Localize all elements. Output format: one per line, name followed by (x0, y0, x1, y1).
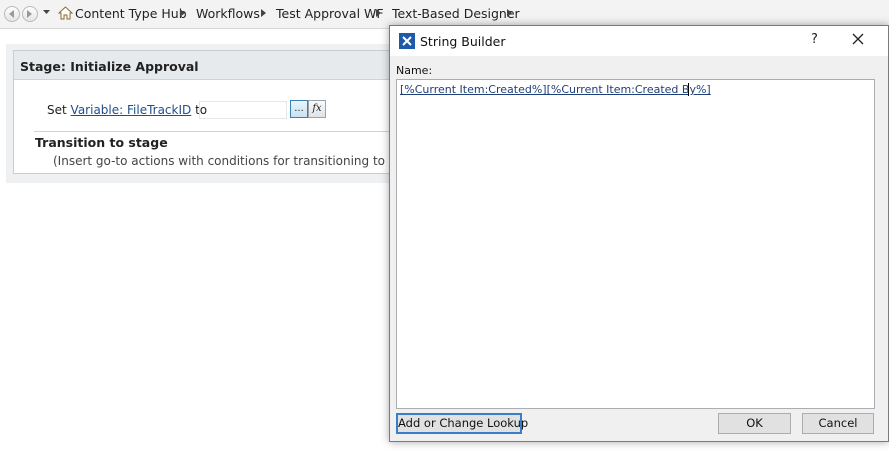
breadcrumb-separator-icon[interactable] (376, 9, 381, 17)
transition-note[interactable]: (Insert go-to actions with conditions fo… (53, 154, 446, 168)
variable-link[interactable]: Variable: FileTrackID (71, 103, 192, 117)
breadcrumb-separator-icon[interactable] (507, 9, 512, 17)
expression-text[interactable]: [%Current Item:Created%][%Current Item:C… (400, 83, 711, 96)
add-or-change-lookup-button[interactable]: Add or Change Lookup (396, 413, 528, 434)
help-button[interactable]: ? (811, 32, 818, 47)
name-label: Name: (396, 64, 433, 77)
string-builder-button[interactable]: ... (290, 100, 308, 118)
history-dropdown-icon[interactable] (43, 10, 50, 14)
section-divider (34, 131, 404, 132)
set-action-line: Set Variable: FileTrackID to (47, 103, 207, 117)
breadcrumb-item-workflows[interactable]: Workflows (196, 6, 260, 21)
back-arrow-icon (9, 10, 14, 18)
string-builder-dialog: String Builder ? Name: [%Current Item:Cr… (389, 25, 889, 442)
stage-box: Stage: Initialize Approval Set Variable:… (13, 50, 446, 174)
set-prefix: Set (47, 103, 67, 117)
breadcrumb-item-content-type-hub[interactable]: Content Type Hub (75, 6, 187, 21)
tools-icon (399, 33, 415, 49)
close-icon[interactable] (851, 32, 865, 46)
text-cursor (688, 83, 689, 96)
dialog-body: Name: [%Current Item:Created%][%Current … (390, 56, 888, 441)
breadcrumb-separator-icon[interactable] (180, 9, 185, 17)
define-workflow-lookup-button[interactable]: fx (308, 100, 326, 118)
dialog-title: String Builder (420, 34, 506, 49)
transition-title: Transition to stage (35, 135, 168, 150)
home-icon[interactable] (58, 6, 73, 20)
breadcrumb-item-text-based-designer[interactable]: Text-Based Designer (392, 6, 520, 21)
breadcrumb-separator-icon[interactable] (261, 9, 266, 17)
back-button[interactable] (4, 6, 20, 22)
breadcrumb-item-test-approval-wf[interactable]: Test Approval WF (276, 6, 384, 21)
cancel-button[interactable]: Cancel (802, 413, 874, 434)
dialog-titlebar[interactable]: String Builder ? (390, 26, 888, 56)
stage-panel: Stage: Initialize Approval Set Variable:… (6, 44, 446, 183)
string-editor[interactable]: [%Current Item:Created%][%Current Item:C… (396, 79, 875, 409)
forward-arrow-icon (27, 10, 32, 18)
value-input[interactable] (199, 101, 287, 119)
ok-button[interactable]: OK (718, 413, 791, 434)
stage-title: Stage: Initialize Approval (14, 51, 398, 80)
forward-button[interactable] (22, 6, 38, 22)
